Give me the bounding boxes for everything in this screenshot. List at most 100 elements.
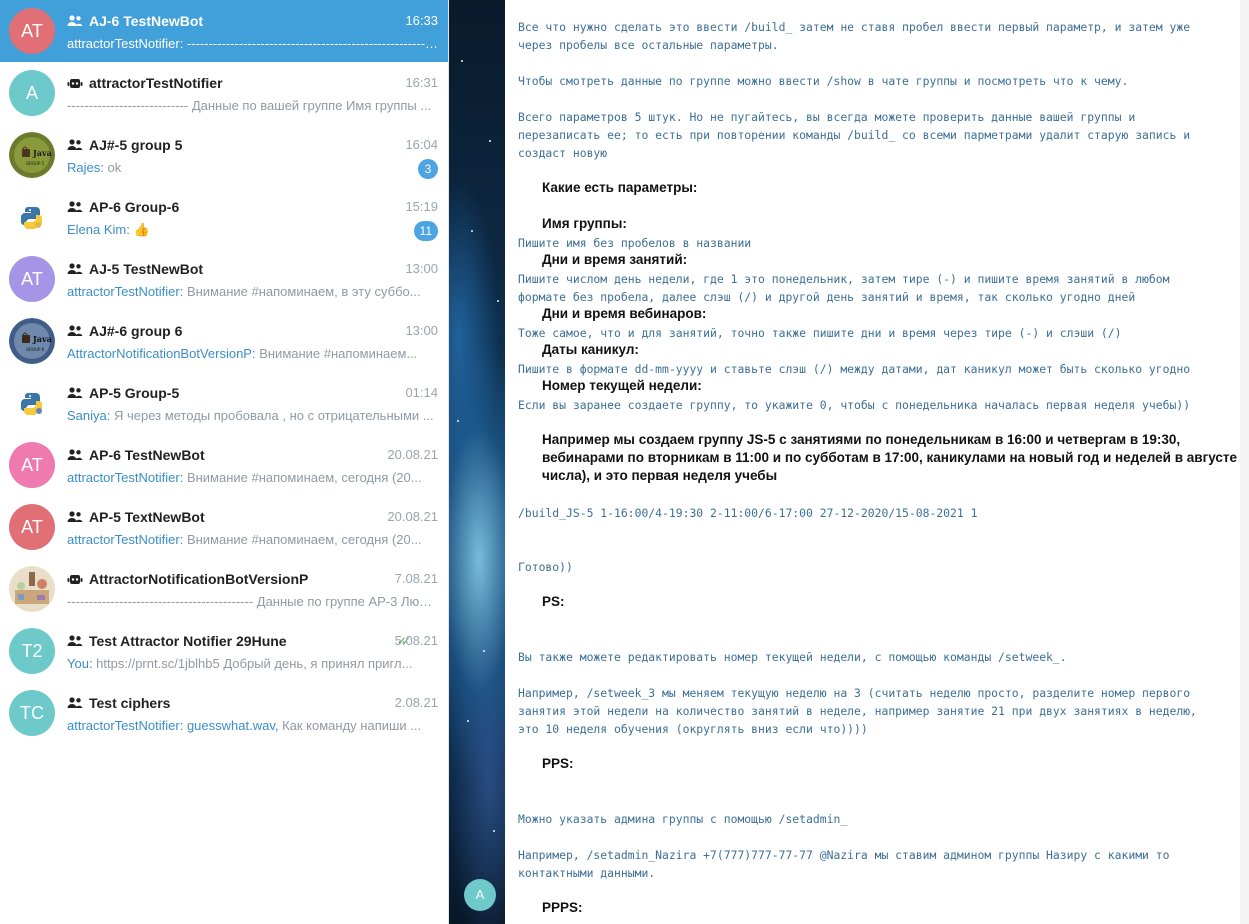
- message-heading: числа), и это первая неделя учебы: [542, 468, 778, 483]
- message-text-line: это 10 неделя обучения (округлять вниз е…: [518, 722, 868, 736]
- chat-preview: ---------------------------- Данные по в…: [67, 98, 432, 113]
- message-text-line: Все что нужно сделать это ввести /build_…: [518, 20, 1191, 34]
- chat-item-aj6-group6[interactable]: Java GROUP 6 AJ#-6 group 6 13:00 Attracto…: [0, 310, 448, 372]
- chat-title: Test ciphers: [89, 695, 171, 711]
- chat-title: Test Attractor Notifier 29Hune: [89, 633, 287, 649]
- chat-title: AJ#-6 group 6: [89, 323, 183, 339]
- chat-title: AJ-5 TestNewBot: [89, 261, 204, 277]
- message-text-line: Всего параметров 5 штук. Но не пугайтесь…: [518, 110, 1136, 124]
- chat-title: AJ-6 TestNewBot: [89, 13, 204, 29]
- svg-text:Java: Java: [32, 148, 52, 158]
- chat-item-test-attractor-notifier[interactable]: T2 Test Attractor Notifier 29Hune ✓✓ 5.0…: [0, 620, 448, 682]
- chat-sender: You:: [67, 656, 97, 671]
- chat-title: AP-6 Group-6: [89, 199, 180, 215]
- message-heading: вебинарами по вторникам в 11:00 и по суб…: [542, 450, 1240, 465]
- chat-time: 13:00: [405, 323, 438, 338]
- message-heading: Дни и время занятий:: [542, 252, 688, 267]
- chat-preview: ----------------------------------------…: [186, 36, 439, 51]
- chat-item-ap6-group6[interactable]: AP-6 Group-6 15:19 Elena Kim: 👍 11: [0, 186, 448, 248]
- group-icon: [67, 323, 83, 336]
- message-heading: PPPS:: [542, 900, 583, 915]
- message-heading: Например мы создаем группу JS-5 с заняти…: [542, 432, 1181, 447]
- chat-sender: AttractorNotificationBotVersionP:: [67, 346, 260, 361]
- scrollbar[interactable]: [1240, 0, 1249, 924]
- chat-time: 20.08.21: [387, 509, 438, 524]
- chat-time: 13:00: [405, 261, 438, 276]
- chat-sender: Rajes:: [67, 160, 108, 175]
- bot-icon: [67, 571, 83, 584]
- chat-avatar: TC: [9, 690, 55, 736]
- chat-sender: attractorTestNotifier:: [67, 532, 187, 547]
- chat-avatar: AT: [9, 504, 55, 550]
- illustration-avatar-icon: [9, 566, 55, 612]
- message-heading: Дни и время вебинаров:: [542, 306, 707, 321]
- group-icon: [67, 137, 83, 150]
- chat-title: AJ#-5 group 5: [89, 137, 183, 153]
- chat-item-attractortestnotifier[interactable]: A attractorTestNotifier 16:31 ----------…: [0, 62, 448, 124]
- chat-item-aj6-testnewbot[interactable]: AT AJ-6 TestNewBot 16:33 attractorTestNo…: [0, 0, 448, 62]
- chat-preview: Внимание #напоминаем, в эту суббо...: [186, 284, 421, 299]
- chat-title: AP-5 TextNewBot: [89, 509, 205, 525]
- message-text-line: Пишите имя без пробелов в названии: [518, 236, 752, 250]
- group-icon: [67, 633, 83, 646]
- chat-preview: Я через методы пробовала , но с отрицате…: [113, 408, 434, 423]
- python-logo-icon: [9, 194, 55, 240]
- message-heading: Какие есть параметры:: [542, 180, 698, 195]
- chat-title: attractorTestNotifier: [89, 75, 223, 91]
- chat-time: 20.08.21: [387, 447, 438, 462]
- group-icon: [67, 385, 83, 398]
- chat-preview: Внимание #напоминаем, сегодня (20...: [186, 532, 422, 547]
- chat-item-ap6-testnewbot[interactable]: AT AP-6 TestNewBot 20.08.21 attractorTes…: [0, 434, 448, 496]
- chat-item-test-ciphers[interactable]: TC Test ciphers 2.08.21 attractorTestNot…: [0, 682, 448, 744]
- message-bubble: Все что нужно сделать это ввести /build_…: [505, 3, 1240, 924]
- message-text-line: через пробелы все остальные параметры.: [518, 38, 779, 52]
- chat-attachment: guesswhat.wav,: [186, 718, 283, 733]
- chat-sender: attractorTestNotifier:: [67, 470, 187, 485]
- message-text-line: Готово)): [518, 560, 573, 574]
- message-text-line: /build_JS-5 1-16:00/4-19:30 2-11:00/6-17…: [518, 506, 978, 520]
- chat-item-aj5-group5[interactable]: Java GROUP 5 AJ#-5 group 5 16:04 Rajes: o…: [0, 124, 448, 186]
- message-text-line: Если вы заранее создаете группу, то укаж…: [518, 398, 1191, 412]
- chat-avatar: AT: [9, 256, 55, 302]
- message-heading: Имя группы:: [542, 216, 627, 231]
- message-heading: Номер текущей недели:: [542, 378, 702, 393]
- message-text-line: занятия этой недели на количество заняти…: [518, 704, 1197, 718]
- message-text-line: перезаписать ее; то есть при повторении …: [518, 128, 1191, 142]
- chat-time: 15:19: [405, 199, 438, 214]
- bot-icon: [67, 75, 83, 88]
- message-text-line: Например, /setweek_3 мы меняем текущую н…: [518, 686, 1191, 700]
- chat-sender: Saniya:: [67, 408, 114, 423]
- group-icon: [67, 509, 83, 522]
- chat-sender: Elena Kim:: [67, 222, 134, 237]
- unread-badge: 3: [418, 159, 438, 179]
- group-icon: [67, 695, 83, 708]
- chat-title: AP-5 Group-5: [89, 385, 180, 401]
- message-text-line: контактными данными.: [518, 866, 656, 880]
- chat-item-attractornotificationbotversionp[interactable]: AttractorNotificationBotVersionP 7.08.21…: [0, 558, 448, 620]
- chat-list: AT AJ-6 TestNewBot 16:33 attractorTestNo…: [0, 0, 449, 924]
- chat-item-aj5-testnewbot[interactable]: AT AJ-5 TestNewBot 13:00 attractorTestNo…: [0, 248, 448, 310]
- message-text-line: Можно указать админа группы с помощью /s…: [518, 812, 848, 826]
- chat-preview: Внимание #напоминаем, сегодня (20...: [186, 470, 422, 485]
- chat-time: 01:14: [405, 385, 438, 400]
- svg-text:GROUP 6: GROUP 6: [26, 347, 45, 352]
- message-text-line: Вы также можете редактировать номер теку…: [518, 650, 1067, 664]
- svg-text:Java: Java: [32, 334, 52, 344]
- sender-avatar[interactable]: A: [464, 879, 496, 911]
- chat-wallpaper: [449, 0, 505, 924]
- message-text-line: Чтобы смотреть данные по группе можно вв…: [518, 74, 1129, 88]
- group-icon: [67, 199, 83, 212]
- chat-item-ap5-group5[interactable]: AP-5 Group-5 01:14 Saniya: Я через метод…: [0, 372, 448, 434]
- message-text-line: Например, /setadmin_Nazira +7(777)777-77…: [518, 848, 1170, 862]
- message-text-line: формате без пробела, далее слэш (/) и др…: [518, 290, 1136, 304]
- chat-time: 2.08.21: [394, 695, 438, 710]
- chat-preview: ok: [107, 160, 122, 175]
- chat-preview: https://prnt.sc/1jblhb5 Добрый день, я п…: [96, 656, 413, 671]
- group-icon: [67, 13, 83, 26]
- chat-sender: attractorTestNotifier:: [67, 36, 187, 51]
- chat-title: AttractorNotificationBotVersionP: [89, 571, 309, 587]
- group-icon: [67, 261, 83, 274]
- chat-item-ap5-textnewbot[interactable]: AT AP-5 TextNewBot 20.08.21 attractorTes…: [0, 496, 448, 558]
- chat-title: AP-6 TestNewBot: [89, 447, 205, 463]
- chat-avatar: T2: [9, 628, 55, 674]
